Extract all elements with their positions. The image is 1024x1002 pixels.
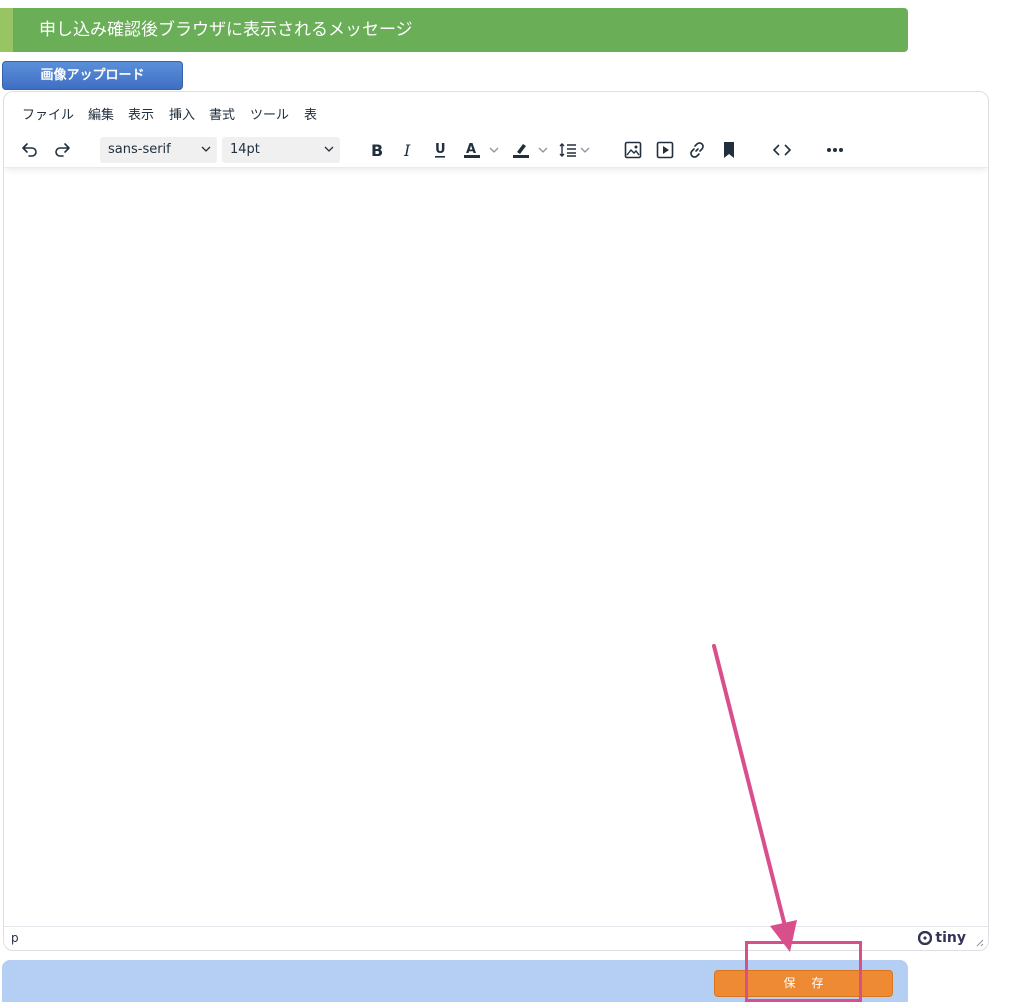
menubar: ファイル 編集 表示 挿入 書式 ツール 表 [4,92,988,132]
svg-text:B: B [371,142,383,158]
bold-icon[interactable]: B [365,132,389,168]
image-icon[interactable] [621,132,645,168]
tiny-brand[interactable]: tiny [918,930,966,946]
media-icon[interactable] [653,132,677,168]
font-family-value: sans-serif [108,142,171,157]
italic-icon[interactable]: I [397,132,421,168]
more-icon[interactable] [822,132,848,168]
line-height-icon[interactable] [556,132,594,168]
rich-text-editor: ファイル 編集 表示 挿入 書式 ツール 表 sans-serif 14pt B… [3,91,989,951]
element-path[interactable]: p [11,931,19,945]
code-icon[interactable] [769,132,795,168]
svg-text:I: I [403,142,411,158]
undo-icon[interactable] [17,132,43,168]
chevron-down-icon [201,146,211,152]
font-family-select[interactable]: sans-serif [100,137,217,163]
chevron-down-icon [324,146,334,152]
link-icon[interactable] [685,132,709,168]
menu-view[interactable]: 表示 [128,104,154,123]
svg-text:U: U [435,142,446,157]
redo-icon[interactable] [49,132,75,168]
image-upload-button[interactable]: 画像アップロード [2,61,183,90]
bookmark-icon[interactable] [717,132,741,168]
resize-handle-icon[interactable] [974,937,984,947]
menu-table[interactable]: 表 [304,104,317,123]
menu-insert[interactable]: 挿入 [169,104,195,123]
font-size-value: 14pt [230,142,260,157]
menu-edit[interactable]: 編集 [88,104,114,123]
section-header: 申し込み確認後ブラウザに表示されるメッセージ [0,8,908,52]
font-size-select[interactable]: 14pt [222,137,340,163]
tiny-logo-icon [918,931,933,945]
menu-tools[interactable]: ツール [250,104,289,123]
tiny-brand-label: tiny [935,930,966,946]
menu-file[interactable]: ファイル [22,104,74,123]
menu-format[interactable]: 書式 [209,104,235,123]
underline-icon[interactable]: U [428,132,452,168]
annotation-highlight-box [745,941,862,1002]
text-color-icon[interactable]: A [460,132,504,168]
editor-content-area[interactable] [4,169,988,926]
highlight-icon[interactable] [509,132,553,168]
svg-text:A: A [466,142,476,157]
toolbar: sans-serif 14pt B I U A [4,132,988,168]
